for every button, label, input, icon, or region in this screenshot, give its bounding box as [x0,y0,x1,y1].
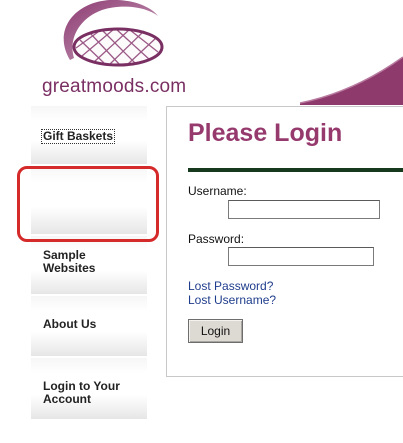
sidebar-nav: Gift Baskets Sample Websites About Us Lo… [31,106,147,419]
sidebar-item-gift-baskets[interactable]: Gift Baskets [31,106,147,164]
basket-logo-icon [63,0,164,67]
page: greatmoods.com Gift Baskets Sample Websi… [0,0,403,443]
lost-username-link[interactable]: Lost Username? [188,293,276,307]
username-input[interactable] [228,200,380,219]
sidebar-item-label: About Us [43,317,97,331]
highlight-box [17,166,159,242]
sidebar-item-about-us[interactable]: About Us [31,296,147,356]
sidebar-item-label: Login to Your Account [43,379,120,406]
login-panel: Please Login Username: Password: Lost Pa… [166,106,403,377]
password-input[interactable] [228,247,374,266]
title-divider [188,168,403,172]
logo-text: greatmoods.com [42,76,187,97]
page-title: Please Login [188,119,343,147]
sidebar-item-label: Sample Websites [43,248,96,275]
sidebar-item-label: Gift Baskets [41,129,116,144]
lost-password-link[interactable]: Lost Password? [188,279,273,293]
sidebar-item-login-account[interactable]: Login to Your Account [31,358,147,419]
sidebar-item-sample-websites[interactable]: Sample Websites [31,236,147,294]
decorative-swoosh [300,56,403,105]
login-button[interactable]: Login [188,319,243,343]
site-logo[interactable]: greatmoods.com [40,0,190,100]
username-label: Username: [188,184,247,198]
password-label: Password: [188,232,245,246]
